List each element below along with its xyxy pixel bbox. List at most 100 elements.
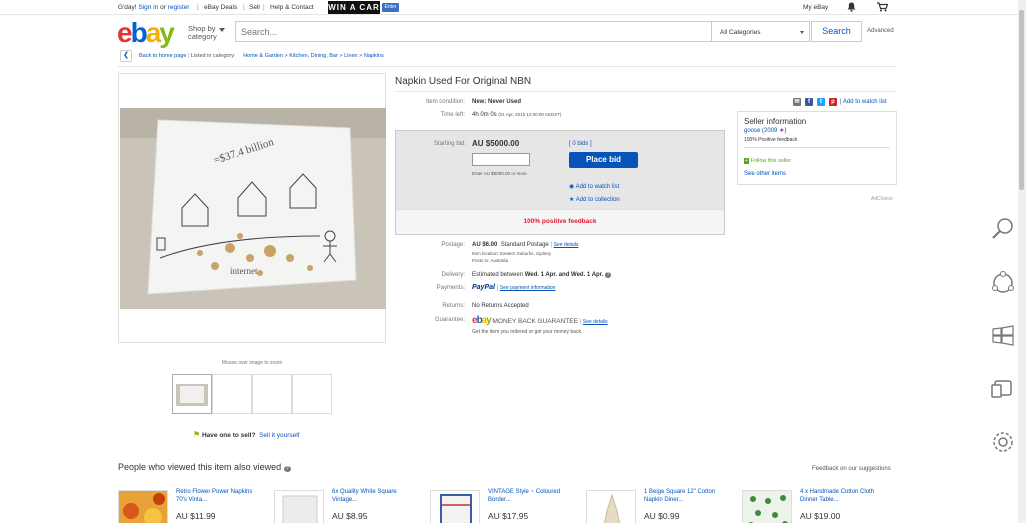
deals-link[interactable]: eBay Deals (204, 4, 237, 11)
thumbnail[interactable] (292, 374, 332, 414)
similar-item-image[interactable] (118, 490, 168, 523)
similar-item-image[interactable] (430, 490, 480, 523)
advanced-search-link[interactable]: Advanced (867, 28, 894, 34)
posts-to: Posts to: Australia (472, 258, 509, 263)
condition-value: New: Never Used (472, 99, 522, 105)
postage-value: AU $6.00 (472, 242, 498, 248)
time-left: 4h 0m 0s (01 Apr, 2015 12:00:00 AEDST) (472, 112, 561, 118)
sell-link[interactable]: Sell (249, 4, 260, 11)
scrollbar-thumb[interactable] (1019, 10, 1024, 190)
divider: | (197, 4, 199, 11)
thumbnail[interactable] (172, 374, 212, 414)
search-input[interactable] (236, 22, 711, 41)
breadcrumb-item[interactable]: Napkins (364, 53, 384, 59)
similar-item-title[interactable]: Retro Flower Power Napkins 70's Vinta... (176, 488, 256, 504)
devices-charm-icon[interactable] (990, 376, 1016, 402)
cart-icon[interactable] (877, 2, 889, 14)
win-a-car-banner[interactable]: WIN A CAR (328, 1, 380, 14)
bids-count-link[interactable]: [ 0 bids ] (569, 141, 592, 147)
similar-item-image[interactable] (742, 490, 792, 523)
ebay-logo-small: ebay (472, 315, 492, 326)
postage-type: Standard Postage (500, 242, 549, 248)
back-arrow-icon[interactable]: ❮ (120, 50, 132, 62)
add-to-watch-list[interactable]: ◉ Add to watch list (569, 183, 619, 190)
ebay-logo[interactable]: ebay (117, 19, 175, 47)
add-to-collection[interactable]: ★ Add to collection (569, 196, 620, 203)
enter-button[interactable]: Enter (382, 3, 399, 12)
follow-seller-link[interactable]: Follow this seller (750, 158, 791, 164)
bid-amount-input[interactable] (472, 153, 530, 166)
adchoice-label[interactable]: AdChoice (871, 196, 893, 202)
similar-item-image[interactable] (586, 490, 636, 523)
similar-items-heading: People who viewed this item also viewed … (118, 462, 291, 472)
similar-item-title[interactable]: 4 x Handmade Cotton Cloth Dinner Table..… (800, 488, 880, 504)
bell-icon[interactable] (847, 2, 856, 14)
sell-it-yourself-link[interactable]: Sell it yourself (259, 432, 299, 439)
sell-prompt-text: Have one to sell? (201, 432, 256, 439)
similar-item-price: AU $17.95 (488, 511, 529, 521)
returns-label: Returns: (442, 303, 465, 309)
payments-row: PayPal | See payment information (472, 284, 555, 291)
time-left-detail: (01 Apr, 2015 12:00:00 AEDST) (498, 112, 562, 117)
start-charm-icon[interactable] (990, 323, 1016, 349)
sign-in-link[interactable]: Sign in (138, 4, 158, 11)
star-icon: ★ (569, 197, 575, 203)
top-bar: G'day! Sign in or register | eBay Deals … (0, 0, 1018, 15)
seller-info-box: Seller information goose (2009 ★) 100% P… (737, 111, 897, 185)
greeting: G'day! Sign in or register (118, 4, 189, 11)
similar-item-title[interactable]: 6x Quality White Square Vintage... (332, 488, 412, 504)
help-icon[interactable]: ? (605, 272, 611, 278)
category-select[interactable]: All Categories (712, 21, 810, 42)
similar-item-price: AU $0.99 (644, 511, 680, 521)
breadcrumb-item[interactable]: Linen (344, 53, 357, 59)
add-to-watch-list-link[interactable]: Add to watch list (576, 184, 620, 190)
search-button[interactable]: Search (811, 21, 862, 42)
add-to-watch-list-link[interactable]: Add to watch list (843, 99, 887, 105)
chevron-down-icon (219, 28, 225, 32)
share-charm-icon[interactable] (990, 270, 1016, 296)
seller-name-link[interactable]: goose (744, 128, 760, 134)
twitter-icon[interactable]: t (817, 98, 825, 106)
breadcrumb-item[interactable]: Kitchen, Dining, Bar (289, 53, 338, 59)
vertical-scrollbar[interactable] (1018, 0, 1026, 523)
place-bid-button[interactable]: Place bid (569, 152, 638, 168)
eye-icon: ◉ (569, 184, 575, 190)
similar-item-price: AU $8.95 (332, 511, 368, 521)
seller-feedback: 100% Positive feedback (744, 137, 798, 143)
help-icon[interactable]: ? (283, 466, 291, 472)
guarantee-see-details-link[interactable]: See details (583, 319, 608, 325)
sell-prompt: ⚑ Have one to sell? Sell it yourself (193, 430, 300, 439)
thumbnail[interactable] (212, 374, 252, 414)
settings-charm-icon[interactable] (990, 429, 1016, 455)
add-to-collection-link[interactable]: Add to collection (576, 197, 620, 203)
see-other-items-link[interactable]: See other items (744, 171, 786, 177)
follow-seller[interactable]: + Follow this seller (744, 158, 791, 164)
category-label: category (188, 32, 217, 41)
similar-item-title[interactable]: VINTAGE Style ~ Coloured Border... (488, 488, 568, 504)
payment-info-link[interactable]: See payment information (500, 285, 556, 291)
email-icon[interactable]: ✉ (793, 98, 801, 106)
bid-hint: Enter AU $5000.00 or more (472, 171, 527, 176)
facebook-icon[interactable]: f (805, 98, 813, 106)
money-back-guarantee: MONEY BACK GUARANTEE (492, 318, 578, 325)
similar-item-image[interactable] (274, 490, 324, 523)
back-to-home-link[interactable]: Back to home page (139, 53, 186, 59)
my-ebay-link[interactable]: My eBay (803, 4, 828, 11)
breadcrumb-item[interactable]: Home & Garden (243, 53, 283, 59)
thumbnail[interactable] (252, 374, 292, 414)
pinterest-icon[interactable]: p (829, 98, 837, 106)
similar-item-title[interactable]: 1 Beige Square 12" Cotton Napkin Diner..… (644, 488, 724, 504)
register-link[interactable]: register (168, 4, 190, 11)
postage-see-details-link[interactable]: See details (554, 242, 579, 248)
help-contact-link[interactable]: Help & Contact (270, 4, 314, 11)
feedback-suggestions-link[interactable]: Feedback on our suggestions (812, 466, 891, 472)
divider: | (243, 4, 245, 11)
divider: | (263, 4, 265, 11)
search-charm-icon[interactable] (990, 216, 1016, 242)
napkin-photo[interactable]: =$37.4 billion internet (120, 108, 386, 309)
main-image-panel[interactable]: =$37.4 billion internet (118, 73, 386, 343)
seller-score-link[interactable]: (2009 (762, 128, 777, 134)
category-select-value: All Categories (720, 29, 761, 36)
shop-by-category-button[interactable]: Shop by category (188, 25, 217, 41)
paypal-logo: PayPal (472, 284, 495, 291)
